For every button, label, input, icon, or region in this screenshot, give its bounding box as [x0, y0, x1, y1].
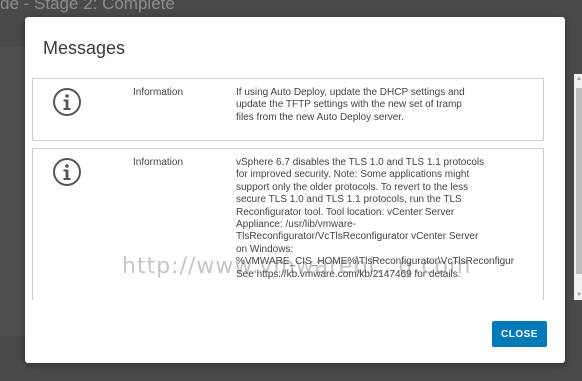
- message-line: vSphere 6.7 disables the TLS 1.0 and TLS…: [236, 157, 485, 168]
- watermark-text: http://www.vmwarebl…g.com: [122, 254, 472, 279]
- message-line: secure TLS 1.0 and TLS 1.1 protocols, ru…: [236, 194, 462, 206]
- message-text: If using Auto Deploy, update the DHCP se…: [236, 87, 556, 124]
- info-icon: [53, 158, 81, 186]
- message-line: If using Auto Deploy, update the DHCP se…: [236, 87, 465, 98]
- messages-scrollbar[interactable]: ▲ ▼: [574, 74, 582, 300]
- message-line: Appliance: /usr/lib/vmware-: [236, 219, 357, 231]
- scroll-down-arrow-icon[interactable]: ▼: [576, 292, 582, 298]
- message-line: support only the older protocols. To rev…: [236, 181, 469, 193]
- background-panel: [0, 46, 25, 336]
- message-type: Information: [133, 87, 184, 98]
- message-type: Information: [133, 157, 184, 168]
- message-card: Information If using Auto Deploy, update…: [32, 78, 544, 141]
- messages-list[interactable]: Information If using Auto Deploy, update…: [32, 74, 562, 300]
- scrollbar-thumb[interactable]: [576, 88, 582, 274]
- background-page-title: de - Stage 2: Complete: [0, 0, 175, 13]
- message-line: TlsReconfigurator/VcTlsReconfigurator vC…: [236, 231, 479, 243]
- messages-dialog: Messages Information If using Auto Deplo…: [25, 17, 582, 363]
- dialog-title: Messages: [43, 38, 126, 58]
- message-line: files from the new Auto Deploy server.: [236, 111, 404, 123]
- scroll-up-arrow-icon[interactable]: ▲: [576, 76, 582, 82]
- info-icon: [53, 88, 81, 116]
- message-line: update the TFTP settings with the new se…: [236, 99, 462, 111]
- message-line: for improved security. Note: Some applic…: [236, 169, 470, 181]
- message-line: Reconfigurator tool. Tool location: vCen…: [236, 206, 455, 218]
- close-button[interactable]: CLOSE: [492, 321, 547, 347]
